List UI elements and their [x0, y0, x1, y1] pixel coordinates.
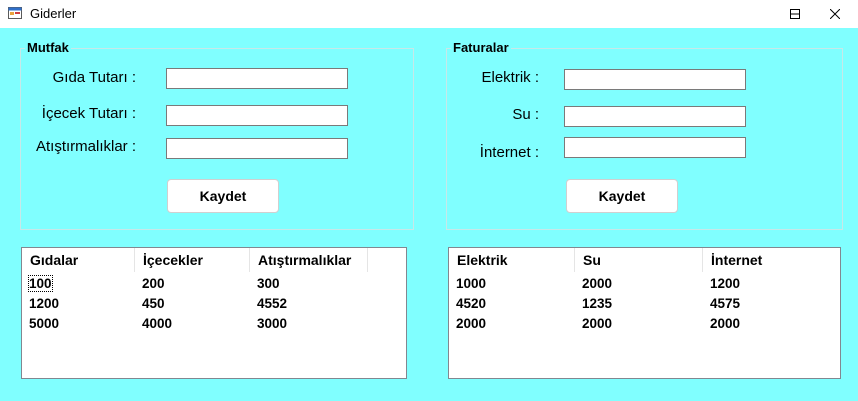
column-header-su[interactable]: Su	[575, 248, 703, 272]
list-cell: 2000	[582, 316, 613, 331]
elektrik-label: Elektrik :	[481, 69, 539, 86]
faturalar-listview[interactable]: Elektrik Su İnternet 1000 2000 1200 4520…	[448, 247, 841, 379]
list-cell[interactable]: 100	[28, 275, 53, 292]
column-header-icecekler[interactable]: İçecekler	[135, 248, 250, 272]
column-header-gidalar[interactable]: Gıdalar	[22, 248, 135, 272]
maximize-icon	[790, 9, 800, 19]
list-cell: 1200	[710, 276, 741, 291]
gida-tutari-input[interactable]	[166, 68, 348, 89]
title-bar[interactable]: Giderler	[0, 0, 858, 28]
elektrik-input[interactable]	[564, 69, 746, 90]
list-cell[interactable]: 1200	[29, 296, 59, 311]
atistirmaliklar-label: Atıştırmalıklar :	[35, 138, 136, 155]
close-button[interactable]	[812, 0, 858, 28]
list-cell: 300	[257, 276, 280, 291]
icecek-tutari-label: İçecek Tutarı :	[41, 105, 136, 122]
list-cell: 1235	[582, 296, 613, 311]
list-cell[interactable]: 5000	[29, 316, 59, 331]
list-cell: 450	[142, 296, 165, 311]
su-input[interactable]	[564, 106, 746, 127]
su-label: Su :	[512, 106, 539, 123]
column-header-elektrik[interactable]: Elektrik	[449, 248, 575, 272]
internet-label: İnternet :	[479, 144, 539, 161]
list-cell[interactable]: 4520	[456, 296, 486, 311]
icecek-tutari-input[interactable]	[166, 105, 348, 126]
list-cell: 2000	[710, 316, 741, 331]
faturalar-save-button[interactable]: Kaydet	[566, 179, 678, 213]
list-cell: 4575	[710, 296, 741, 311]
list-cell: 200	[142, 276, 165, 291]
mutfak-group-title: Mutfak	[25, 40, 71, 55]
list-cell[interactable]: 1000	[456, 276, 486, 291]
client-area: Mutfak Gıda Tutarı : İçecek Tutarı : Atı…	[0, 28, 858, 401]
list-cell: 3000	[257, 316, 288, 331]
close-icon	[830, 9, 840, 19]
list-cell[interactable]: 2000	[456, 316, 486, 331]
list-cell: 2000	[582, 276, 613, 291]
list-cell: 4552	[257, 296, 288, 311]
window-title: Giderler	[30, 6, 77, 21]
mutfak-listview[interactable]: Gıdalar İçecekler Atıştırmalıklar 100 20…	[21, 247, 407, 379]
column-header-internet[interactable]: İnternet	[703, 248, 840, 272]
atistirmaliklar-input[interactable]	[166, 138, 348, 159]
mutfak-save-button[interactable]: Kaydet	[167, 179, 279, 213]
list-cell: 4000	[142, 316, 173, 331]
app-form-icon	[8, 7, 22, 19]
column-header-atistirmaliklar[interactable]: Atıştırmalıklar	[250, 248, 368, 272]
gida-tutari-label: Gıda Tutarı :	[52, 69, 136, 86]
internet-input[interactable]	[564, 137, 746, 158]
faturalar-group-title: Faturalar	[451, 40, 511, 55]
